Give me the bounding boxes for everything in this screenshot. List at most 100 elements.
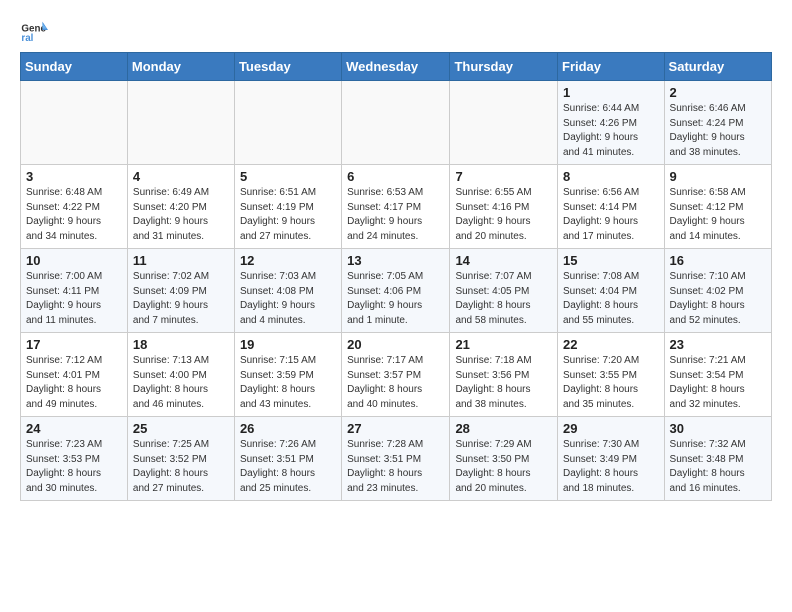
calendar-day-cell: 12 Sunrise: 7:03 AM Sunset: 4:08 PM Dayli…: [234, 249, 341, 333]
day-detail: Sunrise: 6:53 AM Sunset: 4:17 PM Dayligh…: [347, 186, 444, 244]
day-number: 3: [26, 169, 122, 184]
day-number: 25: [133, 421, 229, 436]
day-detail: Sunrise: 7:05 AM Sunset: 4:06 PM Dayligh…: [347, 270, 444, 328]
calendar-day-cell: 5 Sunrise: 6:51 AM Sunset: 4:19 PM Daylig…: [234, 165, 341, 249]
calendar-day-cell: [342, 81, 450, 165]
day-detail: Sunrise: 7:26 AM Sunset: 3:51 PM Dayligh…: [240, 438, 336, 496]
day-number: 13: [347, 253, 444, 268]
calendar-day-cell: 24 Sunrise: 7:23 AM Sunset: 3:53 PM Dayli…: [21, 417, 128, 501]
day-detail: Sunrise: 6:48 AM Sunset: 4:22 PM Dayligh…: [26, 186, 122, 244]
calendar-week-row: 3 Sunrise: 6:48 AM Sunset: 4:22 PM Daylig…: [21, 165, 772, 249]
calendar-day-cell: 6 Sunrise: 6:53 AM Sunset: 4:17 PM Daylig…: [342, 165, 450, 249]
calendar-day-cell: 9 Sunrise: 6:58 AM Sunset: 4:12 PM Daylig…: [664, 165, 771, 249]
calendar-day-cell: 20Sunrise: 7:17 AM Sunset: 3:57 PM Dayli…: [342, 333, 450, 417]
calendar-day-cell: 7 Sunrise: 6:55 AM Sunset: 4:16 PM Daylig…: [450, 165, 558, 249]
calendar-day-cell: 8 Sunrise: 6:56 AM Sunset: 4:14 PM Daylig…: [558, 165, 665, 249]
day-detail: Sunrise: 7:15 AM Sunset: 3:59 PM Dayligh…: [240, 354, 336, 412]
calendar-week-row: 24 Sunrise: 7:23 AM Sunset: 3:53 PM Dayli…: [21, 417, 772, 501]
day-detail: Sunrise: 7:18 AM Sunset: 3:56 PM Dayligh…: [455, 354, 552, 412]
calendar-day-cell: 27Sunrise: 7:28 AM Sunset: 3:51 PM Dayli…: [342, 417, 450, 501]
calendar-day-cell: 2 Sunrise: 6:46 AM Sunset: 4:24 PM Daylig…: [664, 81, 771, 165]
day-number: 26: [240, 421, 336, 436]
day-detail: Sunrise: 7:23 AM Sunset: 3:53 PM Dayligh…: [26, 438, 122, 496]
day-number: 27: [347, 421, 444, 436]
day-detail: Sunrise: 7:29 AM Sunset: 3:50 PM Dayligh…: [455, 438, 552, 496]
calendar-day-cell: 16 Sunrise: 7:10 AM Sunset: 4:02 PM Dayli…: [664, 249, 771, 333]
day-detail: Sunrise: 7:02 AM Sunset: 4:09 PM Dayligh…: [133, 270, 229, 328]
day-number: 8: [563, 169, 659, 184]
day-detail: Sunrise: 6:58 AM Sunset: 4:12 PM Dayligh…: [670, 186, 766, 244]
calendar-day-cell: 15Sunrise: 7:08 AM Sunset: 4:04 PM Dayli…: [558, 249, 665, 333]
calendar-day-cell: [234, 81, 341, 165]
calendar-day-cell: 18 Sunrise: 7:13 AM Sunset: 4:00 PM Dayli…: [127, 333, 234, 417]
calendar-day-cell: 19Sunrise: 7:15 AM Sunset: 3:59 PM Dayli…: [234, 333, 341, 417]
weekday-header: Thursday: [450, 53, 558, 81]
day-number: 7: [455, 169, 552, 184]
weekday-header: Tuesday: [234, 53, 341, 81]
calendar-week-row: 1 Sunrise: 6:44 AM Sunset: 4:26 PM Daylig…: [21, 81, 772, 165]
weekday-header: Sunday: [21, 53, 128, 81]
calendar-day-cell: 21 Sunrise: 7:18 AM Sunset: 3:56 PM Dayli…: [450, 333, 558, 417]
day-number: 4: [133, 169, 229, 184]
svg-text:ral: ral: [21, 33, 33, 44]
day-number: 29: [563, 421, 659, 436]
calendar-day-cell: 13 Sunrise: 7:05 AM Sunset: 4:06 PM Dayli…: [342, 249, 450, 333]
day-number: 30: [670, 421, 766, 436]
page-header: Gene ral: [20, 16, 772, 44]
day-detail: Sunrise: 6:46 AM Sunset: 4:24 PM Dayligh…: [670, 102, 766, 160]
calendar-day-cell: 26 Sunrise: 7:26 AM Sunset: 3:51 PM Dayli…: [234, 417, 341, 501]
calendar-day-cell: 28 Sunrise: 7:29 AM Sunset: 3:50 PM Dayli…: [450, 417, 558, 501]
day-detail: Sunrise: 7:13 AM Sunset: 4:00 PM Dayligh…: [133, 354, 229, 412]
day-number: 28: [455, 421, 552, 436]
day-number: 11: [133, 253, 229, 268]
calendar-day-cell: [127, 81, 234, 165]
day-detail: Sunrise: 7:00 AM Sunset: 4:11 PM Dayligh…: [26, 270, 122, 328]
calendar-week-row: 17Sunrise: 7:12 AM Sunset: 4:01 PM Dayli…: [21, 333, 772, 417]
calendar-day-cell: 14 Sunrise: 7:07 AM Sunset: 4:05 PM Dayli…: [450, 249, 558, 333]
day-detail: Sunrise: 7:32 AM Sunset: 3:48 PM Dayligh…: [670, 438, 766, 496]
day-detail: Sunrise: 6:51 AM Sunset: 4:19 PM Dayligh…: [240, 186, 336, 244]
day-number: 5: [240, 169, 336, 184]
calendar-day-cell: 11 Sunrise: 7:02 AM Sunset: 4:09 PM Dayli…: [127, 249, 234, 333]
calendar-day-cell: [21, 81, 128, 165]
day-number: 16: [670, 253, 766, 268]
day-number: 1: [563, 85, 659, 100]
day-detail: Sunrise: 6:44 AM Sunset: 4:26 PM Dayligh…: [563, 102, 659, 160]
day-number: 24: [26, 421, 122, 436]
day-detail: Sunrise: 6:56 AM Sunset: 4:14 PM Dayligh…: [563, 186, 659, 244]
calendar-day-cell: 29Sunrise: 7:30 AM Sunset: 3:49 PM Dayli…: [558, 417, 665, 501]
logo-icon: Gene ral: [20, 16, 48, 44]
day-number: 14: [455, 253, 552, 268]
day-number: 6: [347, 169, 444, 184]
day-detail: Sunrise: 7:17 AM Sunset: 3:57 PM Dayligh…: [347, 354, 444, 412]
day-detail: Sunrise: 7:12 AM Sunset: 4:01 PM Dayligh…: [26, 354, 122, 412]
calendar-day-cell: [450, 81, 558, 165]
day-number: 18: [133, 337, 229, 352]
weekday-header: Friday: [558, 53, 665, 81]
day-number: 2: [670, 85, 766, 100]
weekday-header: Saturday: [664, 53, 771, 81]
day-number: 12: [240, 253, 336, 268]
day-detail: Sunrise: 7:10 AM Sunset: 4:02 PM Dayligh…: [670, 270, 766, 328]
day-detail: Sunrise: 7:03 AM Sunset: 4:08 PM Dayligh…: [240, 270, 336, 328]
day-detail: Sunrise: 7:07 AM Sunset: 4:05 PM Dayligh…: [455, 270, 552, 328]
day-number: 21: [455, 337, 552, 352]
calendar-header-row: SundayMondayTuesdayWednesdayThursdayFrid…: [21, 53, 772, 81]
day-detail: Sunrise: 6:55 AM Sunset: 4:16 PM Dayligh…: [455, 186, 552, 244]
day-number: 15: [563, 253, 659, 268]
logo: Gene ral: [20, 16, 52, 44]
day-detail: Sunrise: 7:21 AM Sunset: 3:54 PM Dayligh…: [670, 354, 766, 412]
day-detail: Sunrise: 7:20 AM Sunset: 3:55 PM Dayligh…: [563, 354, 659, 412]
day-number: 23: [670, 337, 766, 352]
calendar-table: SundayMondayTuesdayWednesdayThursdayFrid…: [20, 52, 772, 501]
calendar-day-cell: 4 Sunrise: 6:49 AM Sunset: 4:20 PM Daylig…: [127, 165, 234, 249]
day-detail: Sunrise: 6:49 AM Sunset: 4:20 PM Dayligh…: [133, 186, 229, 244]
calendar-day-cell: 10 Sunrise: 7:00 AM Sunset: 4:11 PM Dayli…: [21, 249, 128, 333]
weekday-header: Wednesday: [342, 53, 450, 81]
calendar-week-row: 10 Sunrise: 7:00 AM Sunset: 4:11 PM Dayli…: [21, 249, 772, 333]
calendar-day-cell: 1 Sunrise: 6:44 AM Sunset: 4:26 PM Daylig…: [558, 81, 665, 165]
day-number: 10: [26, 253, 122, 268]
day-number: 9: [670, 169, 766, 184]
day-number: 22: [563, 337, 659, 352]
calendar-day-cell: 17Sunrise: 7:12 AM Sunset: 4:01 PM Dayli…: [21, 333, 128, 417]
